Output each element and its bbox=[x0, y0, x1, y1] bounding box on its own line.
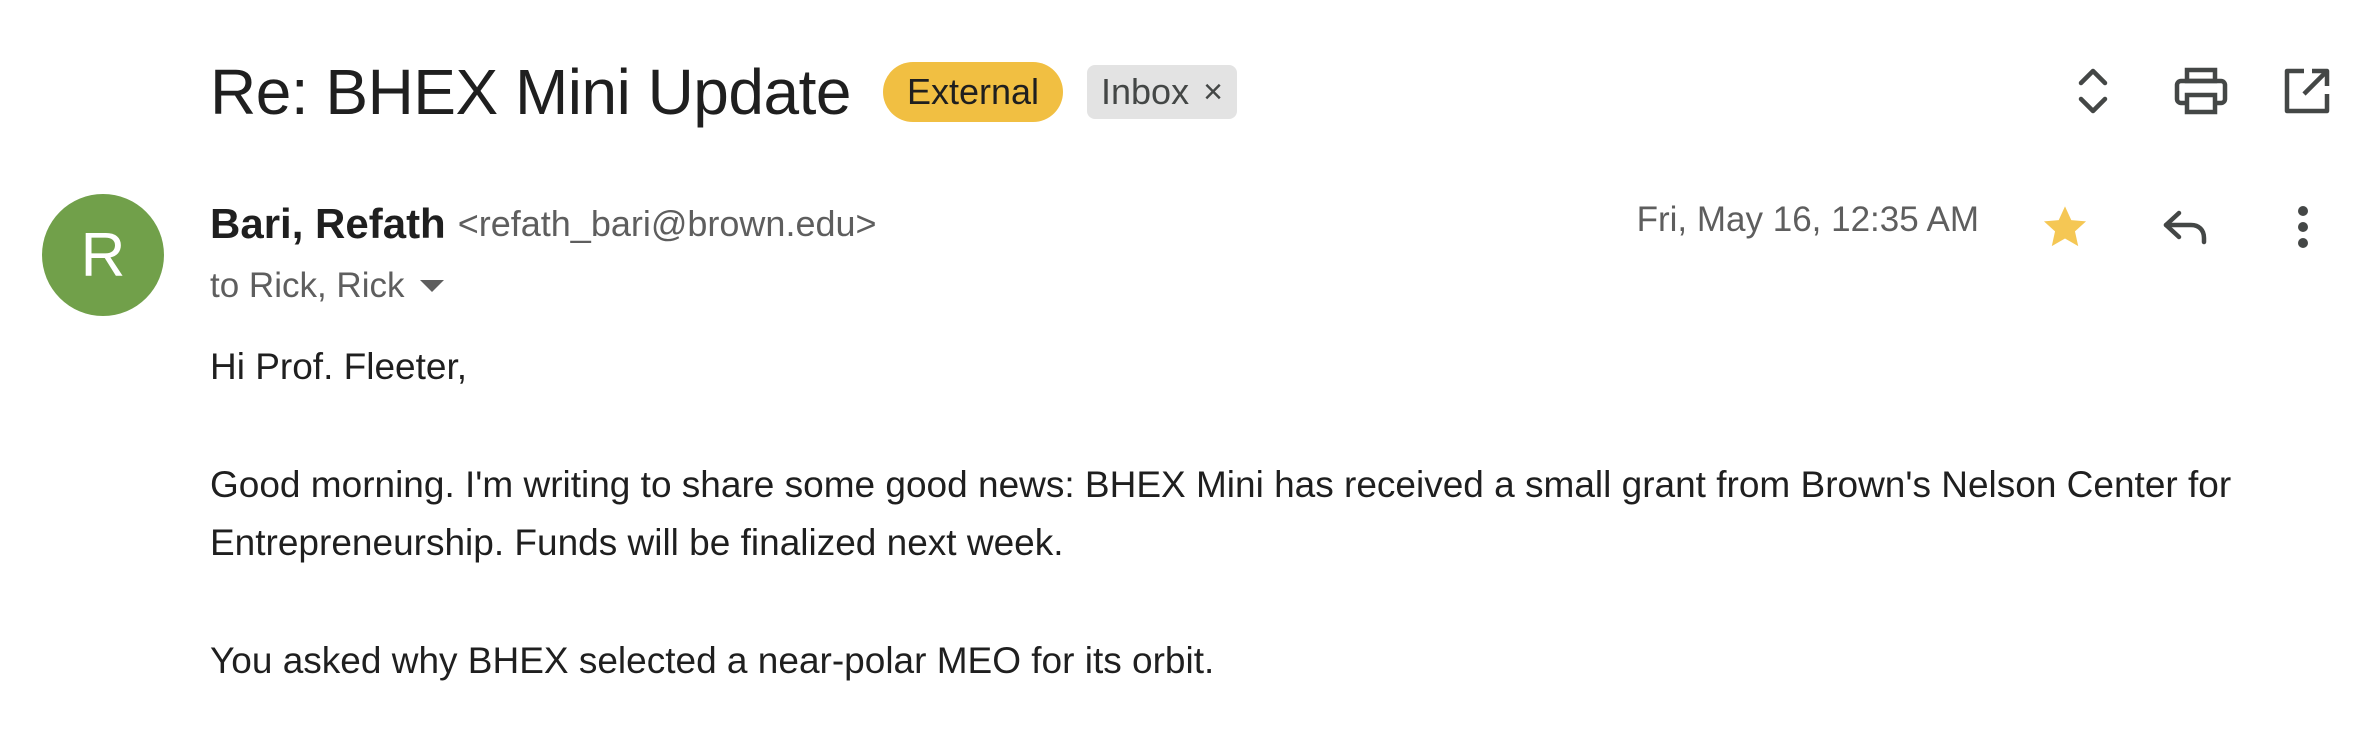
sender-name[interactable]: Bari, Refath bbox=[210, 200, 446, 248]
remove-label-icon[interactable]: × bbox=[1203, 65, 1223, 119]
subject-row: Re: BHEX Mini Update External Inbox × bbox=[210, 52, 1237, 132]
inbox-label-text: Inbox bbox=[1101, 71, 1190, 112]
expand-collapse-icon[interactable] bbox=[2060, 58, 2126, 124]
message-date: Fri, May 16, 12:35 AM bbox=[1636, 200, 1979, 239]
message-body: Hi Prof. Fleeter, Good morning. I'm writ… bbox=[210, 338, 2340, 750]
email-subject: Re: BHEX Mini Update bbox=[210, 56, 851, 128]
recipients-toggle[interactable]: to Rick, Rick bbox=[210, 262, 445, 310]
body-paragraph: Good morning. I'm writing to share some … bbox=[210, 464, 2232, 563]
sender-info: Bari, Refath <refath_bari@brown.edu> bbox=[210, 196, 877, 252]
reply-icon[interactable] bbox=[2150, 192, 2220, 262]
open-in-new-window-icon[interactable] bbox=[2274, 58, 2340, 124]
inbox-label-chip[interactable]: Inbox × bbox=[1087, 65, 1237, 119]
caret-down-icon[interactable] bbox=[420, 280, 445, 292]
print-icon[interactable] bbox=[2168, 58, 2234, 124]
recipients-text: to Rick, Rick bbox=[210, 266, 405, 305]
body-greeting: Hi Prof. Fleeter, bbox=[210, 346, 468, 387]
sender-avatar[interactable]: R bbox=[42, 194, 164, 316]
body-paragraph: You asked why BHEX selected a near-polar… bbox=[210, 640, 1215, 681]
more-options-icon[interactable] bbox=[2268, 192, 2338, 262]
star-icon[interactable] bbox=[2030, 192, 2100, 262]
sender-email: <refath_bari@brown.edu> bbox=[457, 203, 877, 244]
external-label-badge: External bbox=[882, 62, 1064, 122]
